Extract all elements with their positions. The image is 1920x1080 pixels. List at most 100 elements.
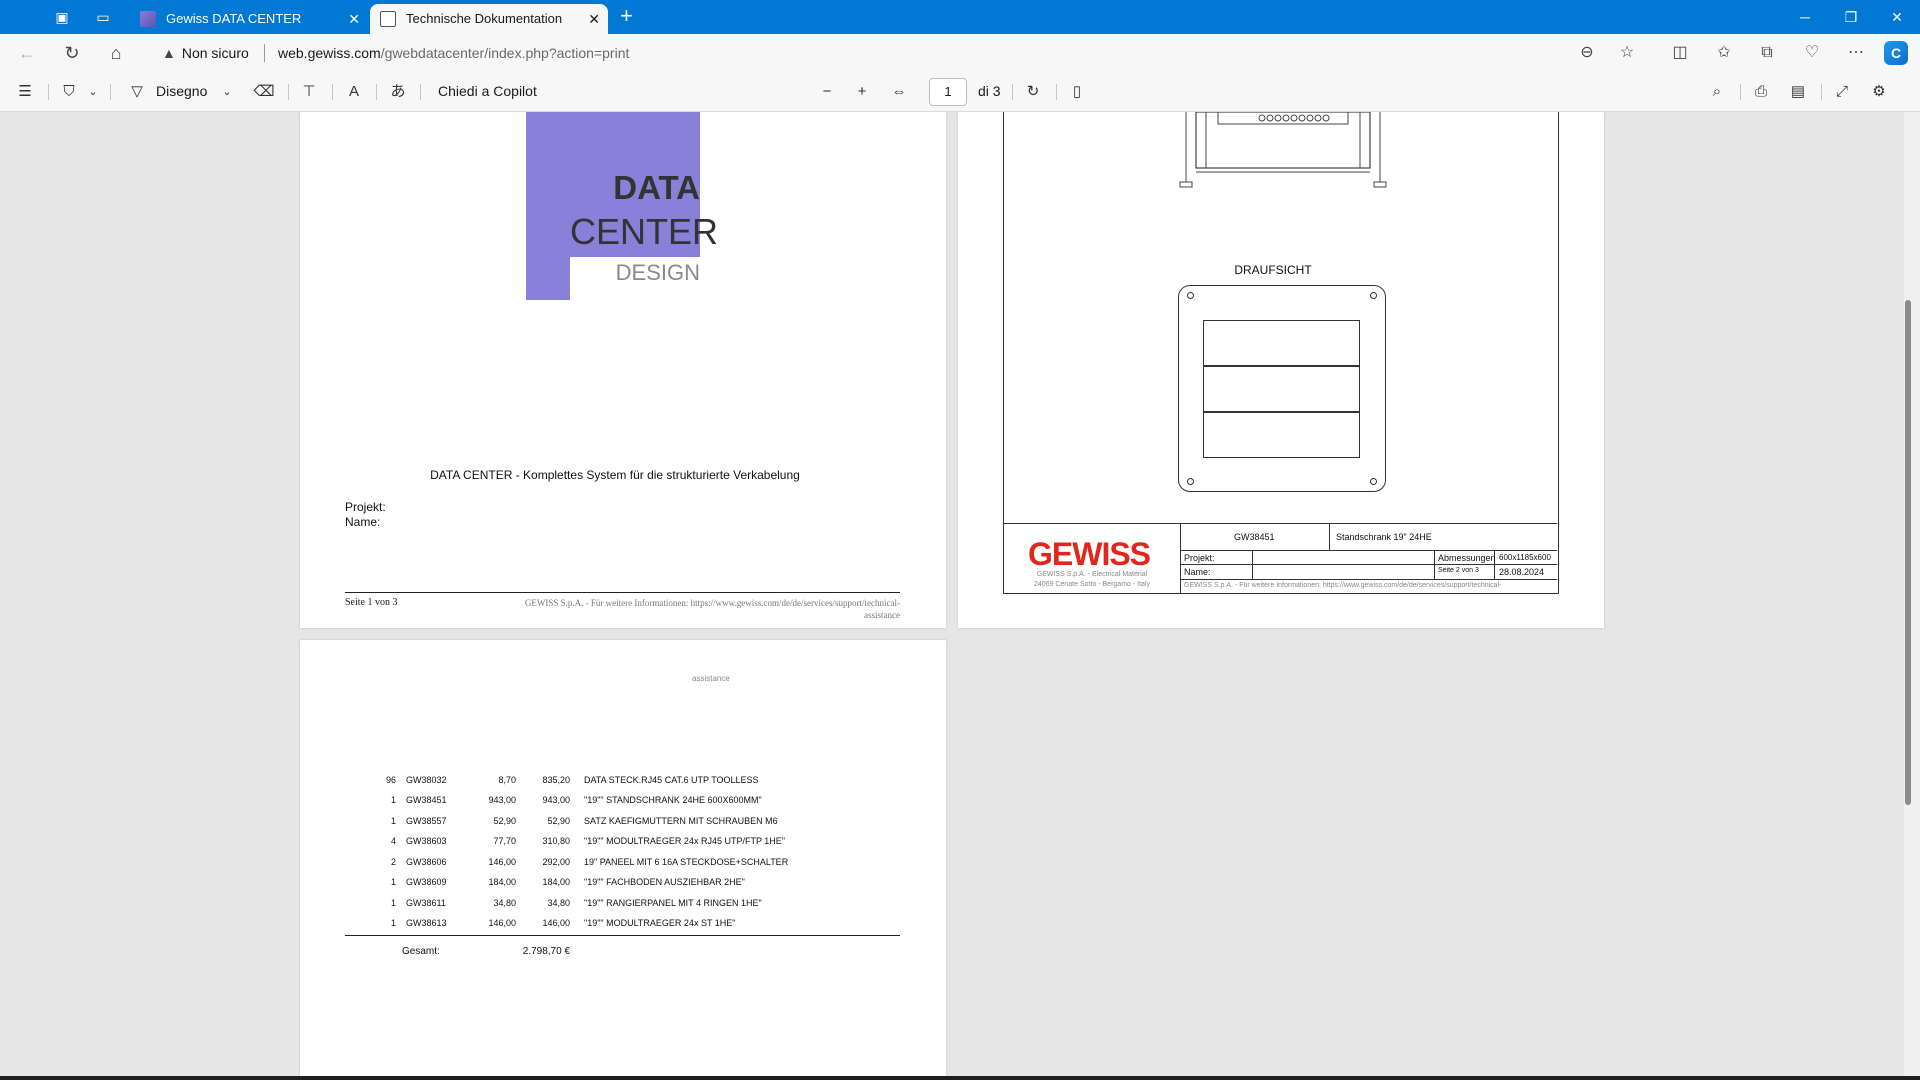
settings-gear-icon[interactable]: ⚙ [1868,81,1890,103]
close-tab-icon[interactable]: ✕ [348,4,360,34]
split-screen-icon[interactable]: ◫ [1669,43,1691,63]
scrollbar-thumb[interactable] [1905,300,1911,805]
tab-technische-dokumentation[interactable]: Technische Dokumentation ✕ [370,4,608,34]
item-total: 184,00 [542,877,570,887]
ask-copilot-button[interactable]: Chiedi a Copilot [438,83,537,99]
collections-icon[interactable]: ⧉ [1756,43,1778,63]
item-total: 146,00 [542,918,570,928]
item-description: "19"" FACHBODEN AUSZIEHBAR 2HE" [584,877,745,887]
item-qty: 2 [390,857,396,867]
mount-hole [1187,478,1194,485]
item-total: 835,20 [542,775,570,785]
warning-icon: ▲ [162,45,176,61]
favorites-icon[interactable]: ✩ [1713,43,1735,63]
zoom-out-button[interactable]: − [816,81,838,103]
more-menu-icon[interactable]: ⋯ [1845,43,1867,63]
back-icon[interactable]: ← [16,42,38,64]
fit-to-width-icon[interactable]: ⇔ [888,81,910,103]
draw-label[interactable]: Disegno [156,83,207,99]
page-footer-info: GEWISS S.p.A. - Für weitere Informatione… [490,597,900,621]
assistance-text: assistance [692,674,730,683]
workspaces-icon[interactable]: ▣ [52,7,72,27]
total-divider [345,935,900,936]
highlight-icon[interactable]: ⛉ [58,81,80,103]
drawing-title-block: GEWISS GEWISS S.p.A. - Electrical Materi… [1004,523,1557,594]
item-total: 292,00 [542,857,570,867]
eraser-icon[interactable]: ⌫ [253,81,275,103]
pdf-page-2: DRAUFSICHT GEWISS GEWISS S.p.A. - Electr… [958,112,1604,628]
add-text-icon[interactable]: ⊤ [298,81,320,103]
tab-title: Technische Dokumentation [406,11,563,26]
close-window-icon[interactable]: ✕ [1874,0,1920,34]
zoom-in-button[interactable]: + [851,81,873,103]
zoom-out-icon[interactable]: ⊖ [1576,43,1598,63]
toolbar-divider [376,84,377,100]
toolbar-divider [1740,84,1741,100]
item-unit-price: 146,00 [488,918,516,928]
item-qty: 1 [390,816,396,826]
title-block-line [1180,564,1557,565]
read-aloud-icon[interactable]: A [343,81,365,103]
draw-icon[interactable]: ▽ [126,81,148,103]
pdf-page-1: DATA CENTER DESIGN DATA CENTER - Komplet… [300,112,946,628]
item-description: SATZ KAEFIGMUTTERN MIT SCHRAUBEN M6 [584,816,778,826]
title-block-line [1180,524,1181,594]
page-view-icon[interactable]: ▯ [1066,81,1088,103]
restore-icon[interactable]: ❐ [1828,0,1874,34]
item-unit-price: 34,80 [493,898,516,908]
item-total: 34,80 [547,898,570,908]
item-description: "19"" MODULTRAEGER 24x RJ45 UTP/FTP 1HE" [584,836,785,846]
item-code: GW38032 [406,775,447,785]
item-unit-price: 77,70 [493,836,516,846]
table-of-contents-icon[interactable]: ☰ [14,81,36,103]
search-icon[interactable]: ⌕ [1706,81,1728,103]
address-bar: ← ↻ ⌂ ▲ Non sicuro web.gewiss.com/gwebdat… [0,34,1920,72]
toolbar-divider [1012,84,1013,100]
title-block-line [1252,550,1253,579]
mount-hole [1370,478,1377,485]
print-icon[interactable]: ⎙ [1750,81,1772,103]
logo-text-data: DATA [613,169,700,206]
title-block-line [1180,550,1557,551]
favorite-star-icon[interactable]: ☆ [1616,43,1638,63]
copilot-icon[interactable]: C [1884,41,1908,65]
toolbar-divider [110,84,111,100]
refresh-icon[interactable]: ↻ [61,42,83,64]
footer-divider [345,592,900,593]
item-description: "19"" STANDSCHRANK 24HE 600X600MM" [584,795,762,805]
save-icon[interactable]: ▤ [1787,81,1809,103]
drawing-date: 28.08.2024 [1499,567,1545,577]
security-indicator[interactable]: ▲ Non sicuro [162,45,249,61]
footer-info-line: GEWISS S.p.A. - Für weitere Informatione… [524,598,900,608]
tab-gewiss-data-center[interactable]: Gewiss DATA CENTER ✕ [130,4,368,34]
browser-essentials-icon[interactable]: ♡ [1801,43,1823,63]
toolbar-divider [420,84,421,100]
document-title: DATA CENTER - Komplettes System für die … [430,468,800,482]
highlight-dropdown-icon[interactable]: ⌄ [86,81,100,103]
cable-entry-slot [1203,366,1360,412]
close-tab-icon[interactable]: ✕ [588,4,600,34]
url-field[interactable]: web.gewiss.com/gwebdatacenter/index.php?… [278,45,629,61]
total-label: Gesamt: [402,946,440,957]
front-view-drawing [1179,112,1387,188]
url-path: /gwebdatacenter/index.php?action=print [380,45,630,61]
new-tab-icon[interactable]: + [620,5,633,27]
home-icon[interactable]: ⌂ [105,42,127,64]
brand-address: 24069 Cenate Sotto - Bergamo - Italy [1034,581,1150,588]
item-description: "19"" RANGIERPANEL MIT 4 RINGEN 1HE" [584,898,762,908]
translate-icon[interactable]: あ [387,81,409,103]
item-total: 310,80 [542,836,570,846]
pdf-page-3: assistance 96 GW38032 8,70 835,20 DATA S… [300,640,946,1076]
minimize-icon[interactable]: ─ [1782,0,1828,34]
vertical-tabs-icon[interactable]: ▭ [93,7,113,27]
page-number-input[interactable]: 1 [929,78,967,106]
title-bar: ▣ ▭ Gewiss DATA CENTER ✕ Technische Doku… [0,0,1920,34]
toolbar-divider [1821,84,1822,100]
fullscreen-icon[interactable]: ⤢ [1831,81,1853,103]
toolbar-divider [288,84,289,100]
document-favicon-icon [380,11,396,27]
draw-dropdown-icon[interactable]: ⌄ [220,81,234,103]
rotate-icon[interactable]: ↻ [1022,81,1044,103]
drawing-footer-info: GEWISS S.p.A. - Für weitere Informatione… [1184,582,1502,589]
url-separator [264,44,265,62]
